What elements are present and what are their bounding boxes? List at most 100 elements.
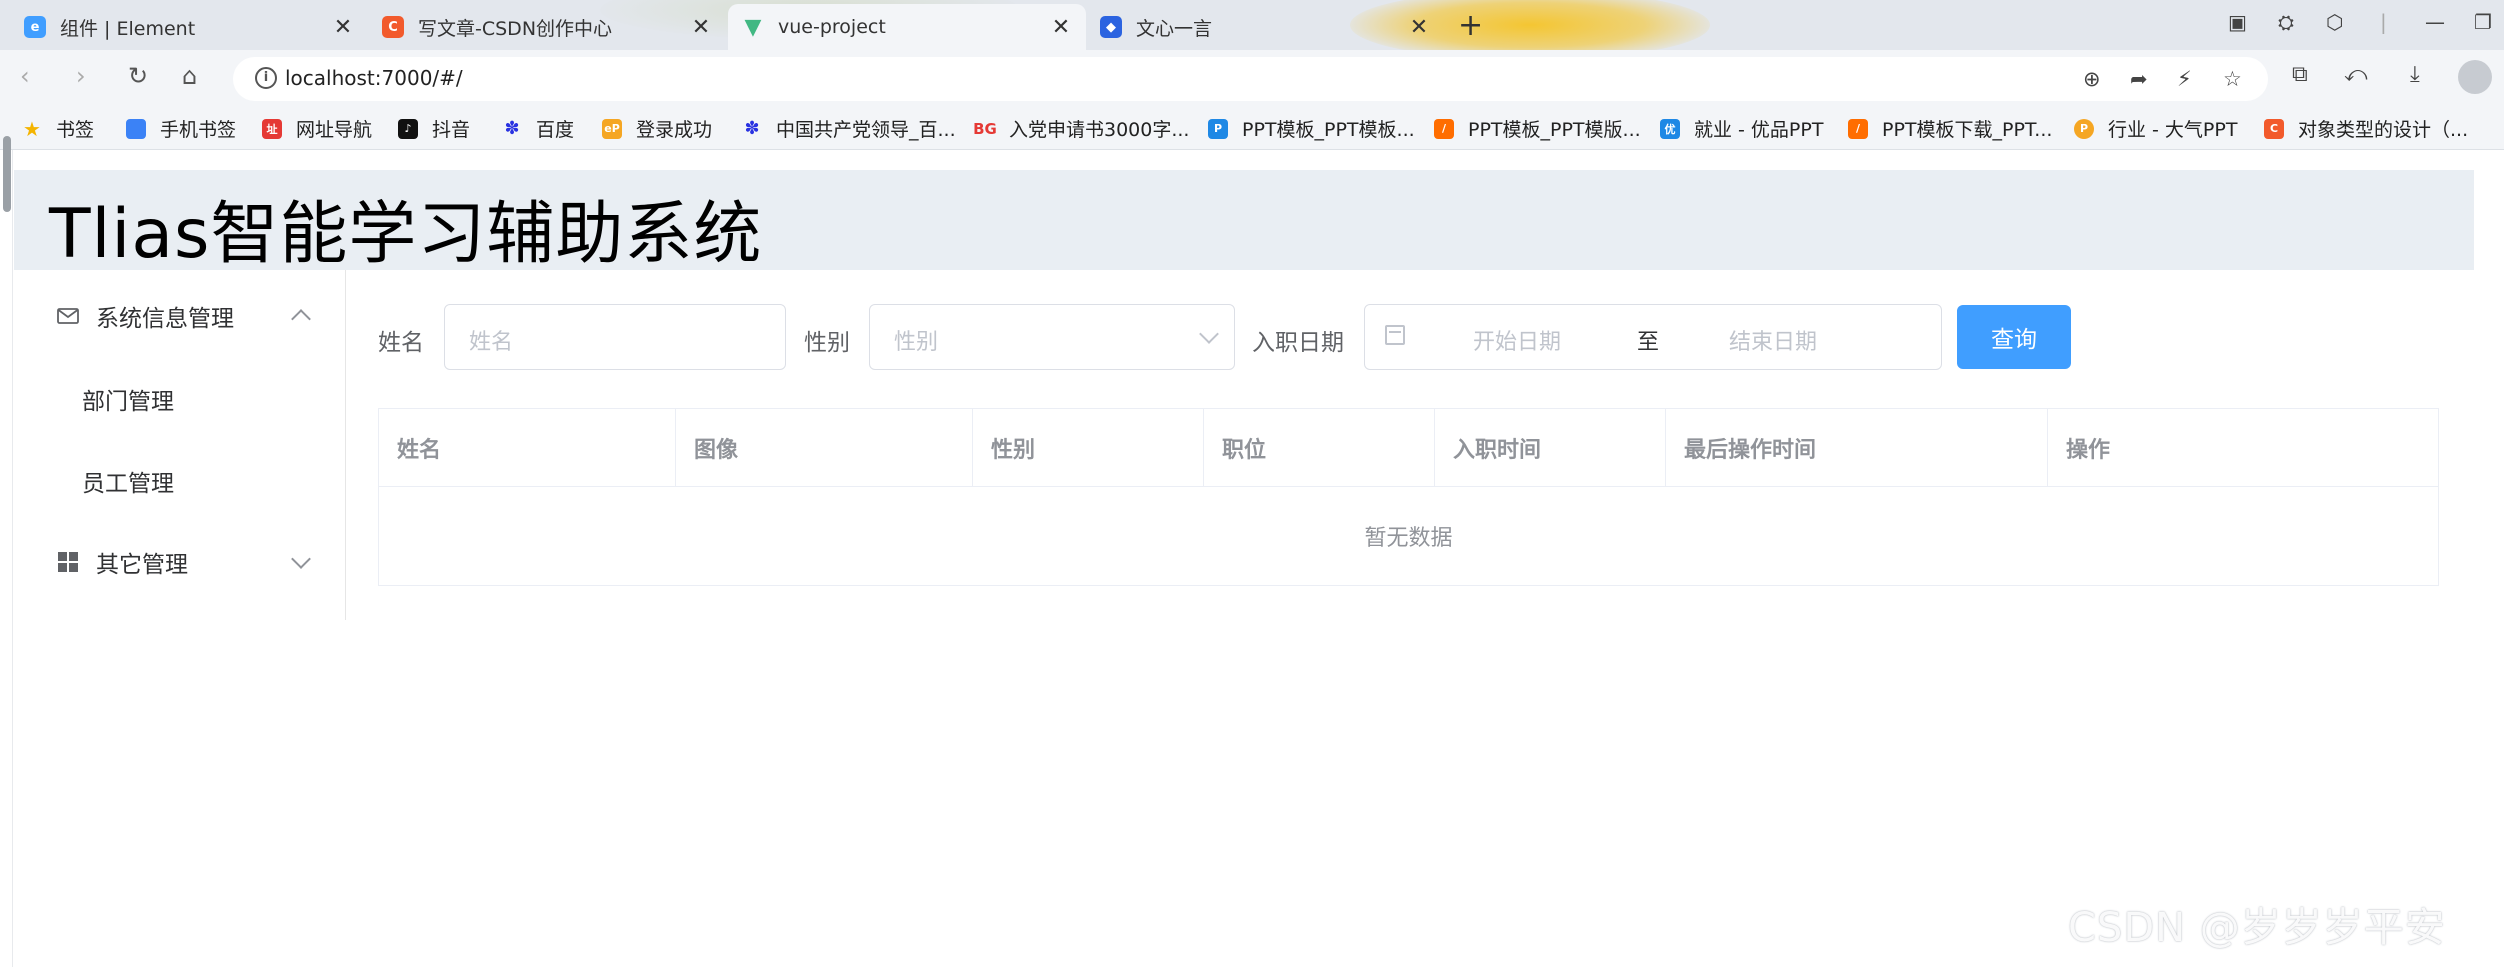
bookmark-item[interactable]: eP 登录成功 bbox=[602, 115, 712, 142]
address-toolbar: ‹ › ↻ ⌂ i localhost:7000/#/ ⊕ ➦ ⚡ ☆ ⧉ ⤺ … bbox=[0, 50, 2504, 106]
chevron-down-icon bbox=[291, 549, 311, 569]
watermark: CSDN @岁岁岁平安 bbox=[2068, 905, 2446, 951]
bookmark-item[interactable]: C 对象类型的设计（... bbox=[2264, 115, 2468, 142]
divider-icon: | bbox=[2380, 10, 2387, 34]
baidu-icon: ✽ bbox=[504, 118, 520, 139]
bookmark-label: 书签 bbox=[56, 119, 95, 141]
calendar-icon bbox=[1385, 325, 1405, 345]
bookmarks-bar: ★ 书签 手机书签 址 网址导航 ♪ 抖音 ✽ 百度 eP 登录成功 ✽ 中国共… bbox=[0, 106, 2504, 150]
scrollbar-track bbox=[1, 150, 13, 967]
tab-title: 文心一言 bbox=[1136, 17, 1213, 40]
bookmark-label: 对象类型的设计（... bbox=[2298, 119, 2469, 141]
name-input[interactable]: 姓名 bbox=[444, 304, 786, 370]
bookmark-label: 百度 bbox=[536, 119, 575, 141]
site-info-icon[interactable]: i bbox=[255, 67, 277, 89]
tab-title: vue-project bbox=[778, 16, 886, 38]
bg-icon: BG bbox=[973, 119, 997, 138]
extension-puzzle-icon[interactable]: ⧉ bbox=[2292, 62, 2308, 87]
phone-icon bbox=[126, 118, 146, 139]
bookmark-item[interactable]: ✽ 百度 bbox=[502, 115, 574, 142]
app-title: Tlias智能学习辅助系统 bbox=[49, 195, 763, 274]
douyin-icon: ♪ bbox=[398, 118, 418, 139]
bookmark-item[interactable]: 优 就业 - 优品PPT bbox=[1660, 115, 1823, 142]
bookmark-label: PPT模板_PPT模版... bbox=[1468, 119, 1641, 141]
reload-icon[interactable]: ↻ bbox=[128, 62, 148, 90]
home-icon[interactable]: ⌂ bbox=[182, 62, 197, 90]
incognito-icon[interactable]: ⛭ bbox=[2278, 10, 2294, 34]
star-icon: ★ bbox=[23, 116, 41, 141]
date-range-picker[interactable]: 开始日期 至 结束日期 bbox=[1364, 304, 1942, 370]
sidebar-item-dept[interactable]: 部门管理 bbox=[14, 358, 345, 440]
bookmark-item[interactable]: BG 入党申请书3000字... bbox=[973, 115, 1189, 142]
table-header: 姓名 图像 性别 职位 入职时间 最后操作时间 操作 bbox=[379, 409, 2438, 487]
download-icon[interactable]: ⤓ bbox=[2410, 62, 2420, 87]
tab-element[interactable]: e 组件 | Element ✕ bbox=[10, 4, 368, 50]
bookmark-label: 手机书签 bbox=[160, 119, 237, 141]
zoom-icon[interactable]: ⊕ bbox=[2083, 67, 2101, 91]
forward-icon[interactable]: › bbox=[76, 62, 86, 90]
ernie-icon: ◆ bbox=[1100, 16, 1122, 38]
sidebar-item-label: 部门管理 bbox=[82, 389, 174, 415]
history-icon[interactable]: ⤺ bbox=[2344, 62, 2368, 87]
close-icon[interactable]: ✕ bbox=[1050, 15, 1072, 40]
menu-group-system-info[interactable]: 系统信息管理 bbox=[14, 274, 345, 358]
bookmark-item[interactable]: ★ 书签 bbox=[22, 115, 94, 142]
app-header: Tlias智能学习辅助系统 bbox=[14, 170, 2474, 274]
tab-search-icon[interactable]: ▣ bbox=[2228, 10, 2247, 34]
bookmark-label: 登录成功 bbox=[636, 119, 713, 141]
sidebar-item-employee[interactable]: 员工管理 bbox=[14, 440, 345, 522]
bookmark-item[interactable]: ♪ 抖音 bbox=[398, 115, 470, 142]
bookmark-label: 中国共产党领导_百... bbox=[776, 119, 956, 141]
employee-table: 姓名 图像 性别 职位 入职时间 最后操作时间 操作 暂无数据 bbox=[378, 408, 2439, 586]
close-icon[interactable]: ✕ bbox=[332, 15, 354, 40]
chevron-down-icon bbox=[1199, 324, 1219, 344]
back-icon[interactable]: ‹ bbox=[20, 62, 30, 90]
new-tab-icon[interactable]: + bbox=[1458, 8, 1483, 43]
tab-title: 写文章-CSDN创作中心 bbox=[418, 17, 613, 40]
bookmark-star-icon[interactable]: ☆ bbox=[2223, 67, 2242, 91]
profile-avatar[interactable] bbox=[2458, 60, 2492, 94]
tab-csdn[interactable]: C 写文章-CSDN创作中心 ✕ bbox=[368, 4, 726, 50]
bookmark-item[interactable]: / PPT模板_PPT模版... bbox=[1434, 115, 1641, 142]
start-date-input[interactable]: 开始日期 bbox=[1473, 324, 1561, 356]
bookmark-item[interactable]: ✽ 中国共产党领导_百... bbox=[742, 115, 956, 142]
minimize-icon[interactable]: — bbox=[2425, 10, 2445, 34]
bookmark-label: 就业 - 优品PPT bbox=[1694, 119, 1824, 141]
bookmark-item[interactable]: 址 网址导航 bbox=[262, 115, 372, 142]
gender-select[interactable]: 性别 bbox=[869, 304, 1235, 370]
tab-ernie[interactable]: ◆ 文心一言 ✕ bbox=[1086, 4, 1444, 50]
menu-group-other[interactable]: 其它管理 bbox=[14, 520, 345, 604]
ppt-icon: P bbox=[1208, 118, 1228, 139]
close-icon[interactable]: ✕ bbox=[1408, 15, 1430, 40]
tab-title: 组件 | Element bbox=[60, 17, 196, 40]
entry-date-label: 入职日期 bbox=[1252, 330, 1344, 356]
vue-icon: ▼ bbox=[744, 14, 762, 40]
restore-icon[interactable]: ❐ bbox=[2474, 10, 2492, 34]
element-icon: e bbox=[24, 16, 46, 38]
lightning-icon[interactable]: ⚡ bbox=[2177, 67, 2192, 91]
scrollbar-thumb[interactable] bbox=[3, 136, 11, 212]
bookmark-item[interactable]: P PPT模板_PPT模板... bbox=[1208, 115, 1415, 142]
bookmark-item[interactable]: 手机书签 bbox=[126, 115, 236, 142]
name-placeholder: 姓名 bbox=[469, 330, 514, 355]
column-header-name: 姓名 bbox=[379, 409, 676, 487]
browser-tab-bar: e 组件 | Element ✕ C 写文章-CSDN创作中心 ✕ ▼ vue-… bbox=[0, 0, 2504, 50]
extensions-icon[interactable]: ⬡ bbox=[2326, 10, 2343, 34]
tab-vue-project[interactable]: ▼ vue-project ✕ bbox=[728, 4, 1086, 50]
bookmark-label: 网址导航 bbox=[296, 119, 373, 141]
query-button[interactable]: 查询 bbox=[1957, 305, 2071, 369]
column-header-image: 图像 bbox=[676, 409, 973, 487]
bookmark-label: 行业 - 大气PPT bbox=[2108, 119, 2238, 141]
share-icon[interactable]: ➦ bbox=[2130, 67, 2148, 91]
ppt-orange-icon: / bbox=[1848, 118, 1868, 139]
bookmark-item[interactable]: P 行业 - 大气PPT bbox=[2074, 115, 2237, 142]
end-date-input[interactable]: 结束日期 bbox=[1729, 324, 1817, 356]
close-icon[interactable]: ✕ bbox=[690, 15, 712, 40]
bookmark-label: PPT模板下载_PPT... bbox=[1882, 119, 2053, 141]
bookmark-item[interactable]: / PPT模板下载_PPT... bbox=[1848, 115, 2052, 142]
url-text[interactable]: localhost:7000/#/ bbox=[285, 66, 463, 90]
nav-icon: 址 bbox=[262, 118, 282, 139]
url-bar[interactable]: i localhost:7000/#/ ⊕ ➦ ⚡ ☆ bbox=[233, 57, 2268, 101]
sidebar-menu: 系统信息管理 部门管理 员工管理 其它管理 bbox=[14, 270, 346, 620]
ep-icon: eP bbox=[602, 118, 622, 139]
